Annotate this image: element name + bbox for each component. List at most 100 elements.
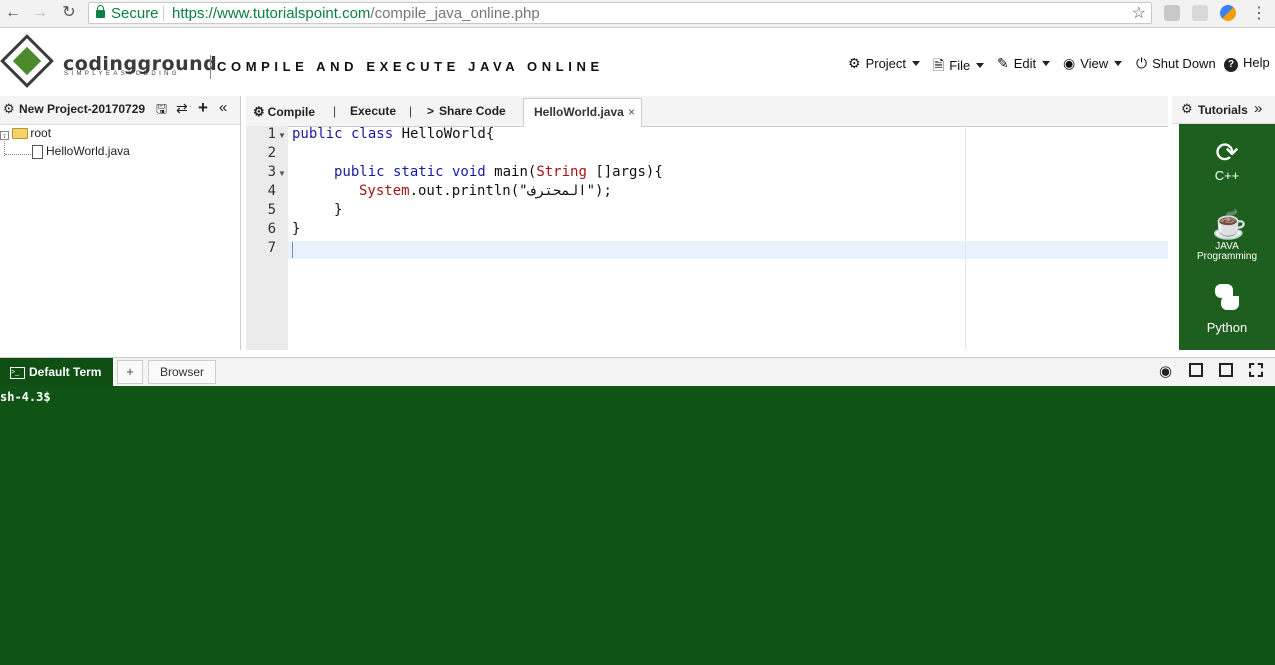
menu-help-label: Help [1243, 55, 1270, 70]
page-title: COMPILE AND EXECUTE JAVA ONLINE [217, 59, 604, 74]
line-number: 6 [267, 221, 276, 237]
url-path: /compile_java_online.php [370, 5, 540, 22]
project-title: New Project-20170729 [19, 102, 146, 116]
terminal-prompt: sh-4.3$ [0, 390, 51, 404]
edit-icon: ✎ [997, 55, 1009, 71]
execute-button[interactable]: Execute [350, 104, 396, 118]
tree-root-label: root [30, 126, 52, 140]
menu-edit-label: Edit [1013, 56, 1037, 71]
tree-root[interactable]: - root [0, 126, 51, 140]
code-line: public static void main(String []args){ [334, 164, 663, 180]
close-icon[interactable]: × [628, 105, 635, 119]
line-number: 1 [267, 126, 276, 142]
code-text: .out.println("المحترف"); [409, 183, 612, 199]
tutorials-title: Tutorials [1198, 103, 1248, 117]
tree-file[interactable]: HelloWorld.java [32, 144, 130, 159]
menu-project[interactable]: ⚙ Project [848, 55, 921, 72]
line-number: 2 [267, 145, 276, 161]
save-icon[interactable]: 🖫 [156, 100, 167, 122]
java-cup-icon: ☕ [1212, 209, 1247, 240]
fullscreen-icon[interactable] [1249, 363, 1263, 377]
share-code-button[interactable]: > Share Code [427, 104, 506, 118]
extension-icon[interactable] [1164, 5, 1180, 21]
url-divider [163, 6, 164, 21]
gear-icon[interactable]: ⚙ [3, 101, 15, 117]
line-number: 5 [267, 202, 276, 218]
code-keyword: public static void [334, 164, 495, 180]
tab-browser[interactable]: Browser [148, 360, 216, 384]
chevron-down-icon [1114, 61, 1123, 66]
tree-line [5, 154, 31, 156]
address-bar[interactable]: Secure https://www.tutorialspoint.com/co… [88, 2, 1152, 24]
tree-line [4, 136, 6, 156]
tutorial-java-label: JAVA Programming [1196, 241, 1258, 262]
tree-file-label: HelloWorld.java [46, 144, 130, 158]
tutorial-java[interactable]: ☕ JAVA Programming [1179, 208, 1275, 262]
tutorials-icon: ⚙ [1181, 101, 1193, 116]
extension-icon[interactable] [1192, 5, 1208, 21]
chevron-down-icon [976, 63, 985, 68]
terminal-icon: >_ [10, 367, 25, 379]
code-text: []args){ [586, 164, 663, 180]
minimize-icon[interactable] [1189, 363, 1203, 377]
expand-icon[interactable]: » [1254, 100, 1262, 117]
secure-label: Secure [111, 5, 159, 22]
restore-icon[interactable] [1219, 363, 1233, 377]
lock-icon [96, 5, 105, 18]
code-type: System [359, 183, 410, 199]
logo-subtitle: SIMPLYEASYCODING [64, 71, 180, 77]
code-line: System.out.println("المحترف"); [359, 183, 612, 199]
reload-icon[interactable]: ↻ [60, 4, 78, 22]
header-divider [210, 55, 211, 79]
tab-helloworld[interactable]: HelloWorld.java × [523, 98, 642, 127]
folder-icon [12, 128, 29, 140]
tab-default-term[interactable]: >_ Default Term [0, 358, 113, 386]
secure-indicator[interactable]: Secure [96, 5, 159, 22]
forward-arrow-icon[interactable]: → [31, 4, 49, 22]
fold-arrow-icon[interactable]: ▼ [278, 169, 286, 178]
compile-button[interactable]: ⚙ Compile [253, 104, 315, 120]
eye-icon: ◉ [1063, 55, 1076, 71]
tutorial-python-label: Python [1206, 320, 1248, 335]
add-terminal-button[interactable]: + [117, 360, 143, 384]
line-gutter: 1 ▼ 2 3 ▼ 4 5 6 7 [246, 126, 288, 350]
share-code-label: Share Code [439, 104, 506, 118]
add-icon[interactable]: + [198, 98, 208, 118]
menu-file-label: File [949, 58, 971, 73]
refresh-icon[interactable]: ⇄ [176, 100, 188, 117]
extension-icon[interactable] [1220, 5, 1236, 21]
chevron-down-icon [912, 61, 921, 66]
gear-icon: ⚙ [848, 55, 861, 71]
toolbar-separator: | [333, 104, 337, 118]
code-type: String [536, 164, 587, 180]
menu-view-label: View [1080, 56, 1109, 71]
code-line: } [292, 221, 301, 237]
terminal-output[interactable] [0, 386, 1275, 665]
palette-icon[interactable]: ◉ [1159, 362, 1172, 380]
url-text[interactable]: https://www.tutorialspoint.com/compile_j… [172, 5, 540, 22]
back-arrow-icon[interactable]: ← [4, 4, 22, 22]
share-icon: > [427, 104, 435, 118]
menu-shutdown-label: Shut Down [1152, 56, 1216, 71]
file-icon: 🗎 [933, 57, 945, 73]
fold-arrow-icon[interactable]: ▼ [278, 131, 286, 140]
browser-menu-icon[interactable]: ⋮ [1251, 3, 1267, 23]
menu-file[interactable]: 🗎 File [933, 55, 985, 79]
tutorials-panel: ⟳ C++ ☕ JAVA Programming Python [1179, 124, 1275, 350]
gears-icon: ⚙ [253, 104, 265, 119]
power-icon: ⏻ [1136, 55, 1148, 71]
line-number: 7 [267, 240, 276, 256]
collapse-icon[interactable]: « [219, 99, 227, 116]
menu-project-label: Project [865, 56, 907, 71]
bookmark-star-icon[interactable]: ☆ [1132, 3, 1146, 23]
python-icon [1212, 282, 1242, 312]
menu-shutdown[interactable]: ⏻ Shut Down [1136, 55, 1216, 72]
code-text: main( [494, 164, 537, 180]
menu-view[interactable]: ◉ View [1063, 55, 1123, 72]
menu-help[interactable]: ? Help [1224, 55, 1270, 72]
tutorial-cpp[interactable]: ⟳ C++ [1179, 138, 1275, 184]
tutorial-python[interactable]: Python [1179, 282, 1275, 335]
menu-edit[interactable]: ✎ Edit [997, 55, 1051, 72]
code-line: } [334, 202, 343, 218]
code-editor[interactable]: public class HelloWorld{ public static v… [292, 126, 1168, 350]
